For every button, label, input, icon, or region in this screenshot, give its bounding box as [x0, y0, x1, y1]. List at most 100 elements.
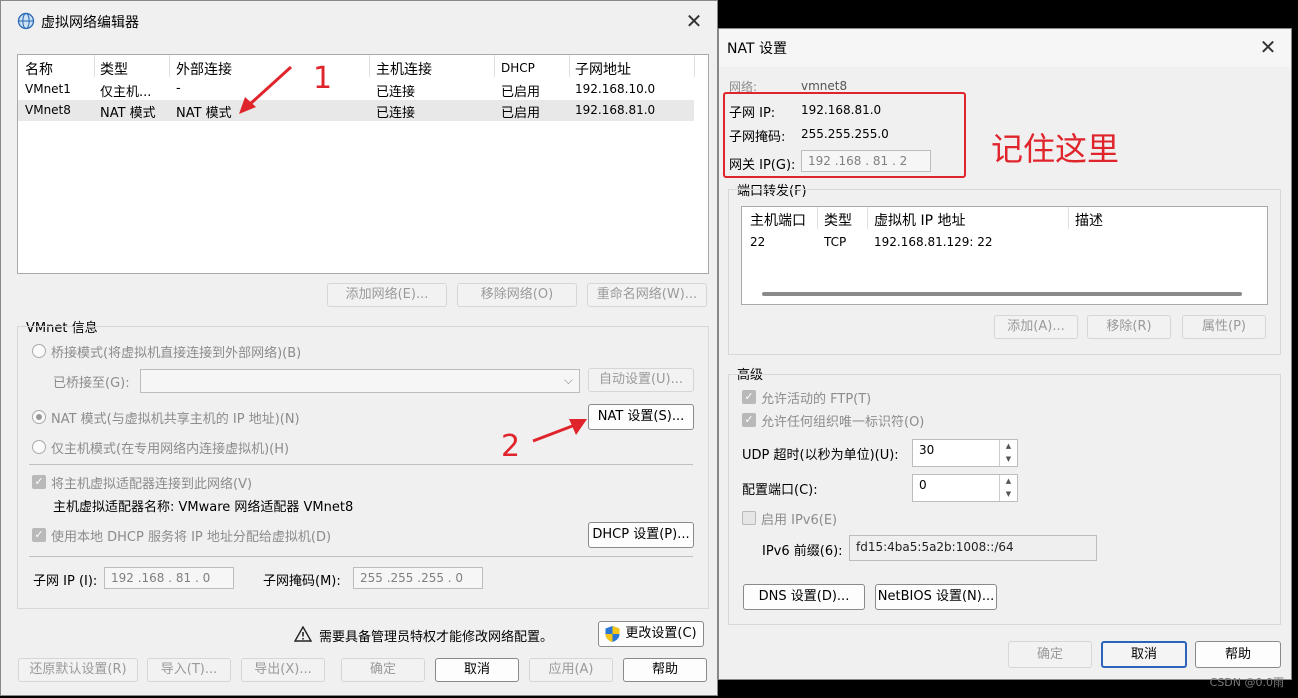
change-settings-button[interactable]: 更改设置(C) [598, 621, 704, 647]
dns-settings-button[interactable]: DNS 设置(D)... [743, 584, 865, 610]
help-button[interactable]: 帮助 [1195, 641, 1281, 668]
subnet-mask-field[interactable]: 255 .255 .255 . 0 [353, 567, 483, 589]
host-only-radio[interactable] [32, 440, 46, 454]
table-cell: 仅主机... [100, 85, 152, 100]
bridged-to-label: 已桥接至(G): [53, 376, 130, 391]
close-icon[interactable]: ✕ [683, 10, 705, 32]
netbios-settings-button[interactable]: NetBIOS 设置(N)... [875, 584, 997, 610]
nat-mode-label: NAT 模式(与虚拟机共享主机的 IP 地址)(N) [51, 412, 300, 427]
admin-warning-text: 需要具备管理员特权才能修改网络配置。 [319, 630, 554, 645]
chevron-up-icon[interactable]: ▲ [1000, 440, 1017, 453]
virtual-network-editor-window: 虚拟网络编辑器 ✕ 名称 类型 外部连接 主机连接 DHCP 子网地址 VMne… [0, 0, 718, 696]
column-header[interactable]: DHCP [501, 61, 535, 75]
cancel-button[interactable]: 取消 [1101, 641, 1187, 668]
table-cell: 22 [750, 235, 766, 249]
title-bar: NAT 设置 ✕ [719, 29, 1291, 67]
table-cell: 已启用 [501, 85, 541, 100]
watermark: CSDN @0.0雨 [1209, 676, 1284, 689]
port-forward-table: 主机端口 类型 虚拟机 IP 地址 描述 22 TCP 192.168.81.1… [741, 206, 1268, 305]
subnet-ip-label: 子网 IP (I): [33, 574, 98, 589]
title-bar: 虚拟网络编辑器 ✕ [1, 1, 717, 39]
host-only-label: 仅主机模式(在专用网络内连接虚拟机)(H) [51, 442, 290, 457]
cancel-button[interactable]: 取消 [435, 658, 519, 682]
ok-button[interactable]: 确定 [341, 658, 425, 682]
ok-button[interactable]: 确定 [1008, 641, 1092, 668]
close-icon[interactable]: ✕ [1257, 36, 1279, 58]
network-value: vmnet8 [801, 79, 848, 93]
config-port-stepper[interactable]: ▲ ▼ [999, 475, 1017, 501]
nat-mode-radio[interactable] [32, 410, 46, 424]
apply-button[interactable]: 应用(A) [529, 658, 613, 682]
udp-timeout-label: UDP 超时(以秒为单位)(U): [742, 448, 899, 463]
bridged-to-select[interactable]: ⌵ [140, 369, 580, 393]
allow-oui-checkbox[interactable]: ✓ [742, 413, 756, 427]
connect-adapter-label: 将主机虚拟适配器连接到此网络(V) [51, 477, 253, 492]
help-button[interactable]: 帮助 [623, 658, 707, 682]
table-cell: VMnet8 [25, 103, 71, 117]
port-properties-button[interactable]: 属性(P) [1182, 315, 1266, 339]
nat-settings-button[interactable]: NAT 设置(S)... [588, 404, 694, 430]
bridge-mode-label: 桥接模式(将虚拟机直接连接到外部网络)(B) [51, 346, 302, 361]
bridge-mode-radio[interactable] [32, 344, 46, 358]
table-cell: 192.168.81.0 [575, 103, 656, 117]
export-button[interactable]: 导出(X)... [241, 658, 325, 682]
column-header[interactable]: 类型 [100, 59, 128, 79]
change-settings-label: 更改设置(C) [625, 626, 697, 641]
allow-ftp-checkbox[interactable]: ✓ [742, 390, 756, 404]
remove-port-button[interactable]: 移除(R) [1087, 315, 1171, 339]
auto-settings-button[interactable]: 自动设置(U)... [588, 368, 694, 392]
table-row[interactable]: VMnet8 NAT 模式 NAT 模式 已连接 已启用 192.168.81.… [18, 100, 694, 121]
annotation-number-1: 1 [313, 61, 333, 96]
column-header[interactable]: 描述 [1075, 210, 1103, 230]
column-header[interactable]: 类型 [824, 210, 852, 230]
annotation-number-2: 2 [501, 429, 521, 464]
use-dhcp-label: 使用本地 DHCP 服务将 IP 地址分配给虚拟机(D) [51, 530, 332, 545]
enable-ipv6-checkbox[interactable] [742, 511, 756, 525]
table-row[interactable]: VMnet1 仅主机... - 已连接 已启用 192.168.10.0 [18, 79, 694, 100]
connect-adapter-checkbox[interactable]: ✓ [32, 475, 46, 489]
warning-icon [293, 625, 313, 646]
table-header: 名称 类型 外部连接 主机连接 DHCP 子网地址 [18, 55, 708, 79]
column-header[interactable]: 主机端口 [750, 210, 806, 230]
remove-network-button[interactable]: 移除网络(O) [457, 283, 577, 307]
ipv6-prefix-field[interactable]: fd15:4ba5:5a2b:1008::/64 [849, 535, 1097, 561]
annotation-arrow-2 [532, 419, 587, 443]
chevron-up-icon[interactable]: ▲ [1000, 475, 1017, 488]
table-row[interactable]: 22 TCP 192.168.81.129: 22 [742, 233, 1267, 253]
subnet-mask-label: 子网掩码(M): [263, 574, 341, 589]
use-dhcp-checkbox[interactable]: ✓ [32, 528, 46, 542]
dhcp-settings-button[interactable]: DHCP 设置(P)... [588, 522, 694, 548]
table-cell: 192.168.81.129: 22 [874, 235, 993, 249]
restore-defaults-button[interactable]: 还原默认设置(R) [18, 658, 138, 682]
chevron-down-icon: ⌵ [563, 373, 573, 387]
add-network-button[interactable]: 添加网络(E)... [327, 283, 447, 307]
divider [29, 464, 693, 465]
table-cell: 已连接 [376, 85, 416, 100]
column-header[interactable]: 虚拟机 IP 地址 [874, 210, 965, 230]
column-header[interactable]: 主机连接 [376, 59, 432, 79]
add-port-button[interactable]: 添加(A)... [994, 315, 1078, 339]
admin-shield-icon [604, 625, 621, 652]
remember-here-annotation: 记住这里 [991, 130, 1120, 168]
udp-timeout-stepper[interactable]: ▲ ▼ [999, 440, 1017, 466]
horizontal-scrollbar[interactable] [762, 292, 1242, 296]
divider [29, 556, 693, 557]
enable-ipv6-label: 启用 IPv6(E) [761, 513, 838, 528]
adapter-name-text: 主机虚拟适配器名称: VMware 网络适配器 VMnet8 [53, 500, 354, 515]
nat-settings-window: NAT 设置 ✕ 网络: vmnet8 子网 IP: 192.168.81.0 … [718, 28, 1292, 680]
ipv6-prefix-label: IPv6 前缀(6): [762, 544, 843, 559]
network-globe-icon [17, 12, 35, 34]
rename-network-button[interactable]: 重命名网络(W)... [587, 283, 707, 307]
network-table: 名称 类型 外部连接 主机连接 DHCP 子网地址 VMnet1 仅主机... … [17, 54, 709, 274]
chevron-down-icon[interactable]: ▼ [1000, 453, 1017, 466]
table-cell: VMnet1 [25, 82, 71, 96]
highlight-box [723, 92, 966, 178]
column-header[interactable]: 外部连接 [176, 59, 232, 79]
annotation-arrow-1 [239, 65, 293, 114]
subnet-ip-field[interactable]: 192 .168 . 81 . 0 [104, 567, 234, 589]
column-header[interactable]: 名称 [25, 59, 53, 79]
chevron-down-icon[interactable]: ▼ [1000, 488, 1017, 501]
column-header[interactable]: 子网地址 [575, 59, 631, 79]
import-button[interactable]: 导入(T)... [147, 658, 231, 682]
table-cell: 已连接 [376, 106, 416, 121]
